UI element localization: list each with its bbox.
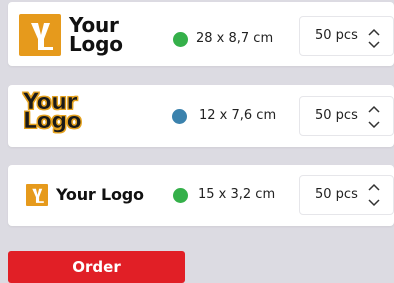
logo-text: Your Logo	[69, 13, 123, 56]
logo-preview: Your Logo	[26, 184, 156, 206]
dimensions-label: 28 x 8,7 cm	[196, 31, 274, 46]
dimensions-label: 12 x 7,6 cm	[199, 108, 277, 123]
quantity-value: 50 pcs	[315, 108, 358, 123]
logo-mark-icon	[26, 184, 48, 206]
chevron-down-icon[interactable]	[368, 197, 380, 207]
color-dot	[173, 32, 188, 47]
product-card: Your Logo 15 x 3,2 cm 50 pcs	[8, 165, 394, 226]
quantity-stepper[interactable]: 50 pcs	[299, 96, 394, 136]
chevron-up-icon[interactable]	[368, 183, 380, 193]
dimensions-label: 15 x 3,2 cm	[198, 187, 276, 202]
logo-preview: Your Logo	[23, 90, 93, 141]
quantity-stepper[interactable]: 50 pcs	[299, 16, 394, 56]
product-card: Your Logo 28 x 8,7 cm 50 pcs	[8, 2, 394, 66]
logo-preview: Your Logo	[19, 14, 139, 56]
logo-text: Your Logo	[56, 185, 144, 204]
chevron-down-icon[interactable]	[368, 119, 380, 129]
quantity-value: 50 pcs	[315, 187, 358, 202]
color-dot	[172, 109, 187, 124]
chevron-down-icon[interactable]	[368, 39, 380, 49]
quantity-stepper[interactable]: 50 pcs	[299, 175, 394, 215]
quantity-value: 50 pcs	[315, 28, 358, 43]
order-button[interactable]: Order	[8, 251, 185, 283]
chevron-up-icon[interactable]	[368, 28, 380, 38]
chevron-up-icon[interactable]	[368, 105, 380, 115]
color-dot	[173, 188, 188, 203]
product-card: Your Logo 12 x 7,6 cm 50 pcs	[8, 85, 394, 147]
logo-mark-icon	[19, 14, 61, 56]
logo-text: Your Logo	[23, 90, 82, 134]
